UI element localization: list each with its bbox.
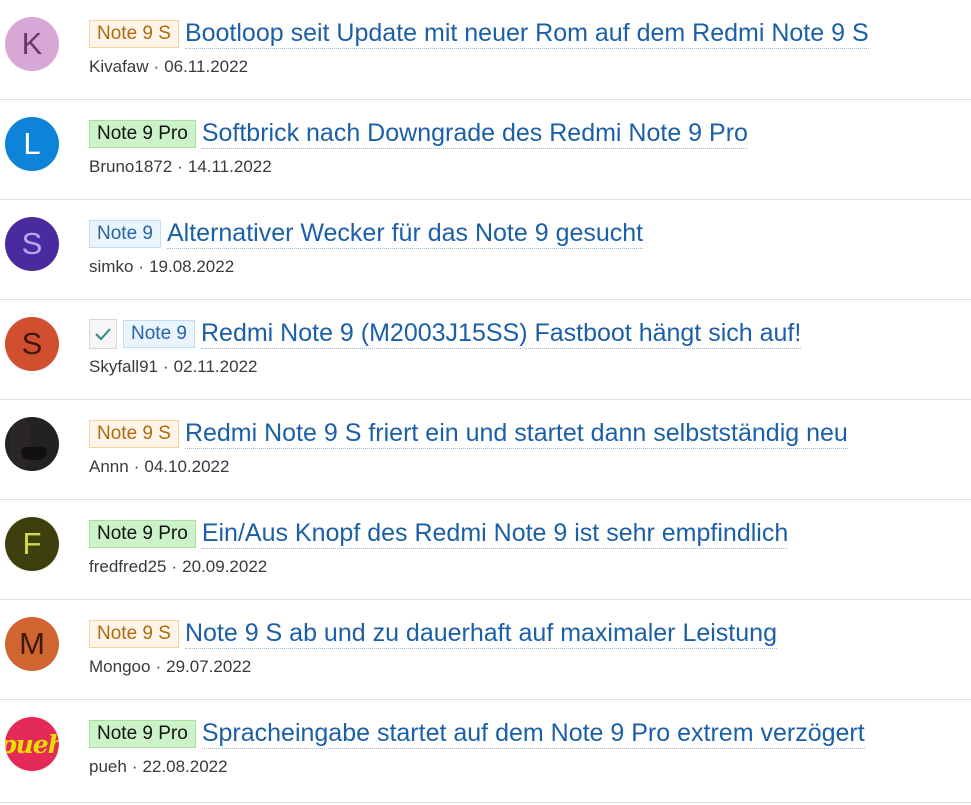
meta-separator: · [131,757,138,776]
thread-title-link[interactable]: Ein/Aus Knopf des Redmi Note 9 ist sehr … [201,518,789,549]
thread-title-link[interactable]: Note 9 S ab und zu dauerhaft auf maximal… [184,618,777,649]
avatar-photo-hair [9,419,31,471]
meta-separator: · [162,357,169,376]
meta-separator: · [153,57,160,76]
thread-title-line: Note 9 Pro Softbrick nach Downgrade des … [89,118,748,149]
author-link[interactable]: Mongoo [89,657,150,676]
thread-row-7: M Note 9 S Note 9 S ab und zu dauerhaft … [0,600,971,700]
thread-meta: Skyfall91 · 02.11.2022 [89,357,257,377]
thread-meta: Annn · 04.10.2022 [89,457,229,477]
avatar[interactable]: S [5,217,59,271]
avatar-photo-mask [21,447,47,460]
author-link[interactable]: Annn [89,457,129,476]
thread-title-link[interactable]: Softbrick nach Downgrade des Redmi Note … [201,118,748,149]
prefix-badge[interactable]: Note 9 [123,319,195,348]
date-link[interactable]: 19.08.2022 [149,257,234,276]
thread-meta: Kivafaw · 06.11.2022 [89,57,248,77]
thread-title-link[interactable]: Alternativer Wecker für das Note 9 gesuc… [166,218,644,249]
thread-list: K Note 9 S Bootloop seit Update mit neue… [0,0,971,803]
date-link[interactable]: 06.11.2022 [164,57,248,76]
avatar[interactable]: K [5,17,59,71]
prefix-badge[interactable]: Note 9 Pro [89,719,196,748]
date-link[interactable]: 29.07.2022 [166,657,251,676]
author-link[interactable]: Skyfall91 [89,357,158,376]
thread-title-link[interactable]: Spracheingabe startet auf dem Note 9 Pro… [201,718,865,749]
avatar[interactable]: pueh [5,717,59,771]
thread-meta: fredfred25 · 20.09.2022 [89,557,267,577]
thread-title-line: Note 9 S Note 9 S ab und zu dauerhaft au… [89,618,777,649]
solved-check-icon [89,318,117,349]
thread-title-line: Note 9 Pro Spracheingabe startet auf dem… [89,718,865,749]
thread-title-link[interactable]: Redmi Note 9 S friert ein und startet da… [184,418,848,449]
prefix-badge[interactable]: Note 9 Pro [89,119,196,148]
avatar-photo[interactable] [5,417,59,471]
prefix-badge[interactable]: Note 9 Pro [89,519,196,548]
meta-separator: · [138,257,145,276]
author-link[interactable]: pueh [89,757,127,776]
prefix-badge[interactable]: Note 9 S [89,419,179,448]
author-link[interactable]: simko [89,257,133,276]
avatar[interactable]: M [5,617,59,671]
thread-row-8: pueh Note 9 Pro Spracheingabe startet au… [0,700,971,803]
meta-separator: · [133,457,140,476]
date-link[interactable]: 02.11.2022 [174,357,258,376]
prefix-badge[interactable]: Note 9 S [89,19,179,48]
author-link[interactable]: Bruno1872 [89,157,172,176]
meta-separator: · [171,557,178,576]
date-link[interactable]: 04.10.2022 [144,457,229,476]
meta-separator: · [155,657,162,676]
prefix-badge[interactable]: Note 9 S [89,619,179,648]
prefix-badge[interactable]: Note 9 [89,219,161,248]
avatar[interactable]: S [5,317,59,371]
author-link[interactable]: fredfred25 [89,557,167,576]
thread-title-line: Note 9 Pro Ein/Aus Knopf des Redmi Note … [89,518,789,549]
thread-row-2: L Note 9 Pro Softbrick nach Downgrade de… [0,100,971,200]
date-link[interactable]: 22.08.2022 [143,757,228,776]
thread-title-line: Note 9 S Redmi Note 9 S friert ein und s… [89,418,848,449]
thread-row-6: F Note 9 Pro Ein/Aus Knopf des Redmi Not… [0,500,971,600]
thread-title-link[interactable]: Bootloop seit Update mit neuer Rom auf d… [184,18,869,49]
thread-title-line: Note 9 S Bootloop seit Update mit neuer … [89,18,869,49]
thread-meta: simko · 19.08.2022 [89,257,234,277]
thread-row-5: Note 9 S Redmi Note 9 S friert ein und s… [0,400,971,500]
avatar[interactable]: L [5,117,59,171]
thread-meta: Mongoo · 29.07.2022 [89,657,251,677]
thread-title-link[interactable]: Redmi Note 9 (M2003J15SS) Fastboot hängt… [200,318,802,349]
thread-row-4: S Note 9 Redmi Note 9 (M2003J15SS) Fastb… [0,300,971,400]
thread-row-1: K Note 9 S Bootloop seit Update mit neue… [0,0,971,100]
thread-row-3: S Note 9 Alternativer Wecker für das Not… [0,200,971,300]
date-link[interactable]: 14.11.2022 [188,157,272,176]
thread-title-line: Note 9 Alternativer Wecker für das Note … [89,218,644,249]
meta-separator: · [177,157,183,176]
thread-meta: pueh · 22.08.2022 [89,757,228,777]
thread-title-line: Note 9 Redmi Note 9 (M2003J15SS) Fastboo… [89,318,802,349]
author-link[interactable]: Kivafaw [89,57,149,76]
date-link[interactable]: 20.09.2022 [182,557,267,576]
avatar[interactable]: F [5,517,59,571]
thread-meta: Bruno1872 · 14.11.2022 [89,157,272,177]
